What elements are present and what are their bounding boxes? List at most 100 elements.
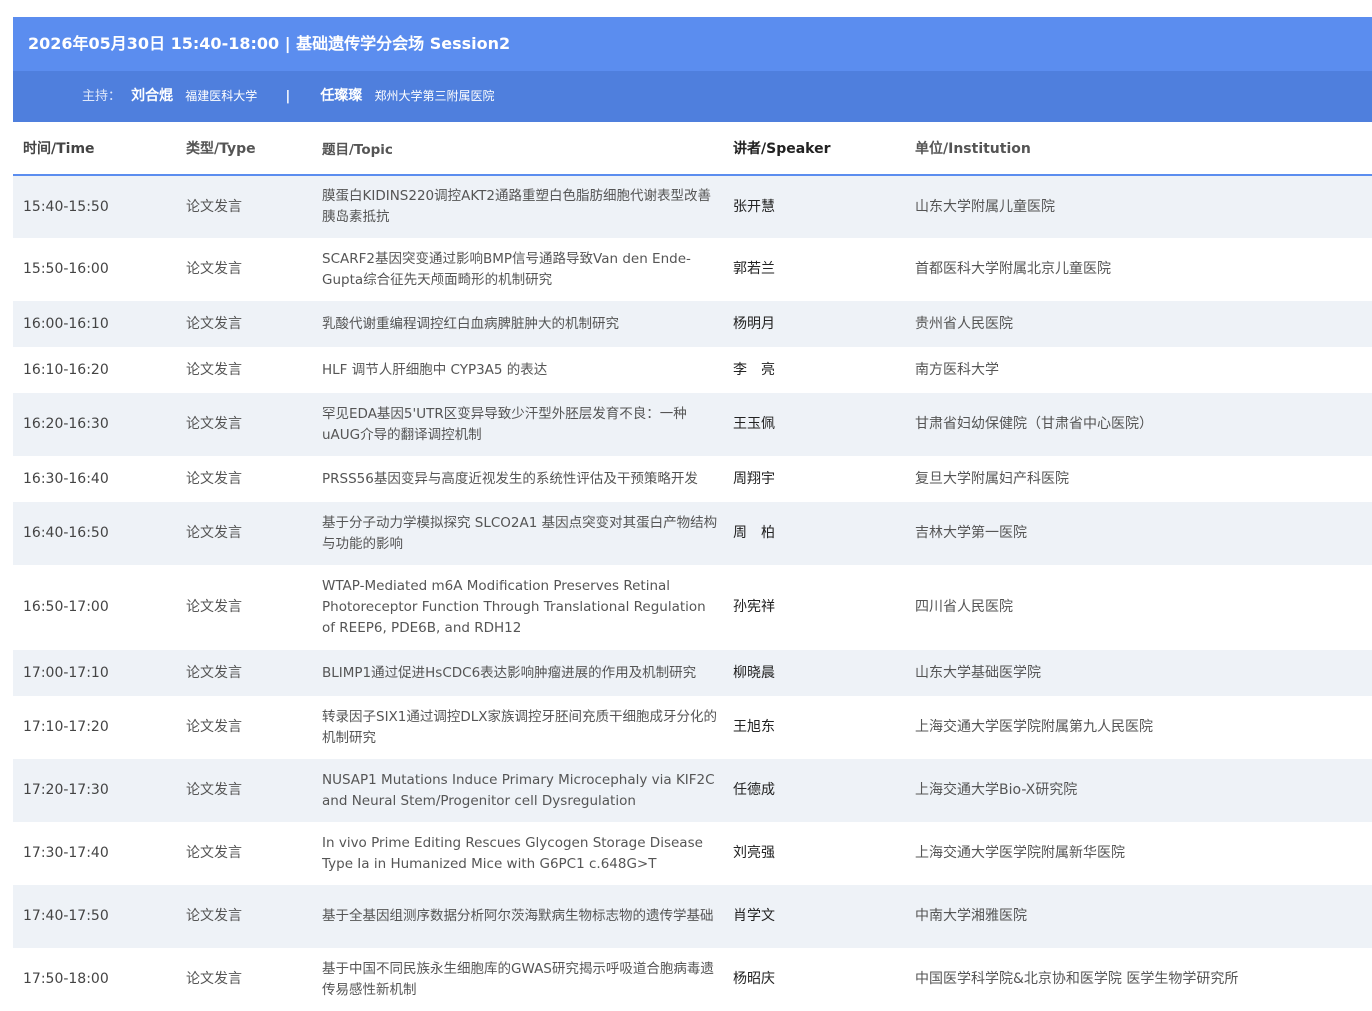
row-time: 17:50-18:00 — [13, 948, 186, 1011]
row-topic: BLIMP1通过促进HsCDC6表达影响肿瘤进展的作用及机制研究 — [322, 650, 731, 696]
row-speaker: 郭若兰 — [731, 238, 913, 301]
table-row: 16:30-16:40 论文发言 PRSS56基因变异与高度近视发生的系统性评估及干… — [13, 456, 1372, 502]
header-institution: 单位/Institution — [913, 122, 1372, 176]
row-type: 论文发言 — [186, 759, 322, 822]
row-speaker: 杨明月 — [731, 301, 913, 347]
row-speaker: 周 柏 — [731, 502, 913, 565]
row-institution: 四川省人民医院 — [913, 565, 1372, 650]
row-institution: 首都医科大学附属北京儿童医院 — [913, 238, 1372, 301]
row-institution: 吉林大学第一医院 — [913, 502, 1372, 565]
header-time: 时间/Time — [13, 122, 186, 176]
row-time: 17:00-17:10 — [13, 650, 186, 696]
row-type: 论文发言 — [186, 948, 322, 1011]
host-name-2: 任璨璨 — [320, 88, 363, 104]
table-row: 16:50-17:00 论文发言 WTAP-Mediated m6A Modific… — [13, 565, 1372, 650]
row-type: 论文发言 — [186, 456, 322, 502]
host-institution-1: 福建医科大学 — [185, 89, 258, 103]
row-time: 17:20-17:30 — [13, 759, 186, 822]
row-speaker: 刘亮强 — [731, 822, 913, 885]
row-topic: HLF 调节人肝细胞中 CYP3A5 的表达 — [322, 347, 731, 393]
row-speaker: 张开慧 — [731, 175, 913, 238]
row-institution: 上海交通大学Bio-X研究院 — [913, 759, 1372, 822]
row-time: 16:10-16:20 — [13, 347, 186, 393]
row-time: 16:00-16:10 — [13, 301, 186, 347]
row-time: 15:50-16:00 — [13, 238, 186, 301]
host-name-1: 刘合焜 — [131, 88, 174, 104]
header-type: 类型/Type — [186, 122, 322, 176]
host-separator: | — [285, 89, 291, 104]
table-row: 16:20-16:30 论文发言 罕见EDA基因5'UTR区变异导致少汗型外胚层发育… — [13, 393, 1372, 456]
row-institution: 南方医科大学 — [913, 347, 1372, 393]
row-topic: 罕见EDA基因5'UTR区变异导致少汗型外胚层发育不良：一种uAUG介导的翻译调… — [322, 393, 731, 456]
header-speaker: 讲者/Speaker — [731, 122, 913, 176]
row-speaker: 李 亮 — [731, 347, 913, 393]
host-institution-2: 郑州大学第三附属医院 — [374, 89, 495, 103]
row-topic: 膜蛋白KIDINS220调控AKT2通路重塑白色脂肪细胞代谢表型改善胰岛素抵抗 — [322, 175, 731, 238]
row-time: 16:20-16:30 — [13, 393, 186, 456]
row-institution: 上海交通大学医学院附属新华医院 — [913, 822, 1372, 885]
row-speaker: 杨昭庆 — [731, 948, 913, 1011]
session-panel: 2026年05月30日 15:40-18:00 | 基础遗传学分会场 Sessi… — [13, 17, 1372, 1011]
row-institution: 山东大学基础医学院 — [913, 650, 1372, 696]
row-type: 论文发言 — [186, 565, 322, 650]
table-row: 17:50-18:00 论文发言 基于中国不同民族永生细胞库的GWAS研究揭示呼吸道… — [13, 948, 1372, 1011]
row-type: 论文发言 — [186, 175, 322, 238]
table-row: 16:40-16:50 论文发言 基于分子动力学模拟探究 SLCO2A1 基因点突变… — [13, 502, 1372, 565]
row-type: 论文发言 — [186, 301, 322, 347]
row-speaker: 柳晓晨 — [731, 650, 913, 696]
row-type: 论文发言 — [186, 885, 322, 948]
row-institution: 山东大学附属儿童医院 — [913, 175, 1372, 238]
row-speaker: 王旭东 — [731, 696, 913, 759]
row-speaker: 孙宪祥 — [731, 565, 913, 650]
host-label: 主持： — [82, 89, 122, 104]
table-row: 16:10-16:20 论文发言 HLF 调节人肝细胞中 CYP3A5 的表达李 亮… — [13, 347, 1372, 393]
row-speaker: 肖学文 — [731, 885, 913, 948]
table-row: 17:20-17:30 论文发言 NUSAP1 Mutations Induce P… — [13, 759, 1372, 822]
row-topic: NUSAP1 Mutations Induce Primary Microcep… — [322, 759, 731, 822]
row-time: 17:30-17:40 — [13, 822, 186, 885]
row-topic: 基于中国不同民族永生细胞库的GWAS研究揭示呼吸道合胞病毒遗传易感性新机制 — [322, 948, 731, 1011]
row-time: 16:40-16:50 — [13, 502, 186, 565]
row-topic: 基于分子动力学模拟探究 SLCO2A1 基因点突变对其蛋白产物结构与功能的影响 — [322, 502, 731, 565]
row-institution: 中南大学湘雅医院 — [913, 885, 1372, 948]
row-type: 论文发言 — [186, 696, 322, 759]
row-time: 17:10-17:20 — [13, 696, 186, 759]
row-institution: 上海交通大学医学院附属第九人民医院 — [913, 696, 1372, 759]
row-topic: 转录因子SIX1通过调控DLX家族调控牙胚间充质干细胞成牙分化的机制研究 — [322, 696, 731, 759]
table-header-row: 时间/Time 类型/Type 题目/Topic 讲者/Speaker 单位/I… — [13, 122, 1372, 176]
row-institution: 复旦大学附属妇产科医院 — [913, 456, 1372, 502]
row-topic: 基于全基因组测序数据分析阿尔茨海默病生物标志物的遗传学基础 — [322, 885, 731, 948]
row-speaker: 王玉佩 — [731, 393, 913, 456]
schedule-table: 时间/Time 类型/Type 题目/Topic 讲者/Speaker 单位/I… — [13, 122, 1372, 1011]
row-type: 论文发言 — [186, 347, 322, 393]
row-speaker: 周翔宇 — [731, 456, 913, 502]
table-row: 16:00-16:10 论文发言 乳酸代谢重编程调控红白血病脾脏肿大的机制研究 杨明月… — [13, 301, 1372, 347]
header-topic: 题目/Topic — [322, 122, 731, 176]
row-institution: 甘肃省妇幼保健院（甘肃省中心医院） — [913, 393, 1372, 456]
table-row: 17:40-17:50 论文发言 基于全基因组测序数据分析阿尔茨海默病生物标志物的遗… — [13, 885, 1372, 948]
row-type: 论文发言 — [186, 238, 322, 301]
row-institution: 中国医学科学院&北京协和医学院 医学生物学研究所 — [913, 948, 1372, 1011]
row-topic: In vivo Prime Editing Rescues Glycogen S… — [322, 822, 731, 885]
table-row: 15:40-15:50 论文发言 膜蛋白KIDINS220调控AKT2通路重塑白色脂… — [13, 175, 1372, 238]
row-institution: 贵州省人民医院 — [913, 301, 1372, 347]
row-type: 论文发言 — [186, 822, 322, 885]
row-type: 论文发言 — [186, 650, 322, 696]
row-speaker: 任德成 — [731, 759, 913, 822]
row-type: 论文发言 — [186, 393, 322, 456]
row-topic: SCARF2基因突变通过影响BMP信号通路导致Van den Ende-Gupt… — [322, 238, 731, 301]
row-type: 论文发言 — [186, 502, 322, 565]
row-time: 17:40-17:50 — [13, 885, 186, 948]
row-time: 16:30-16:40 — [13, 456, 186, 502]
table-row: 15:50-16:00 论文发言 SCARF2基因突变通过影响BMP信号通路导致Va… — [13, 238, 1372, 301]
table-row: 17:30-17:40 论文发言 In vivo Prime Editing Res… — [13, 822, 1372, 885]
table-row: 17:00-17:10 论文发言 BLIMP1通过促进HsCDC6表达影响肿瘤进展的… — [13, 650, 1372, 696]
row-topic: PRSS56基因变异与高度近视发生的系统性评估及干预策略开发 — [322, 456, 731, 502]
session-title: 2026年05月30日 15:40-18:00 | 基础遗传学分会场 Sessi… — [13, 17, 1372, 71]
row-time: 15:40-15:50 — [13, 175, 186, 238]
row-time: 16:50-17:00 — [13, 565, 186, 650]
host-bar: 主持： 刘合焜 福建医科大学 | 任璨璨 郑州大学第三附属医院 — [13, 71, 1372, 122]
row-topic: WTAP-Mediated m6A Modification Preserves… — [322, 565, 731, 650]
row-topic: 乳酸代谢重编程调控红白血病脾脏肿大的机制研究 — [322, 301, 731, 347]
table-row: 17:10-17:20 论文发言 转录因子SIX1通过调控DLX家族调控牙胚间充质干… — [13, 696, 1372, 759]
